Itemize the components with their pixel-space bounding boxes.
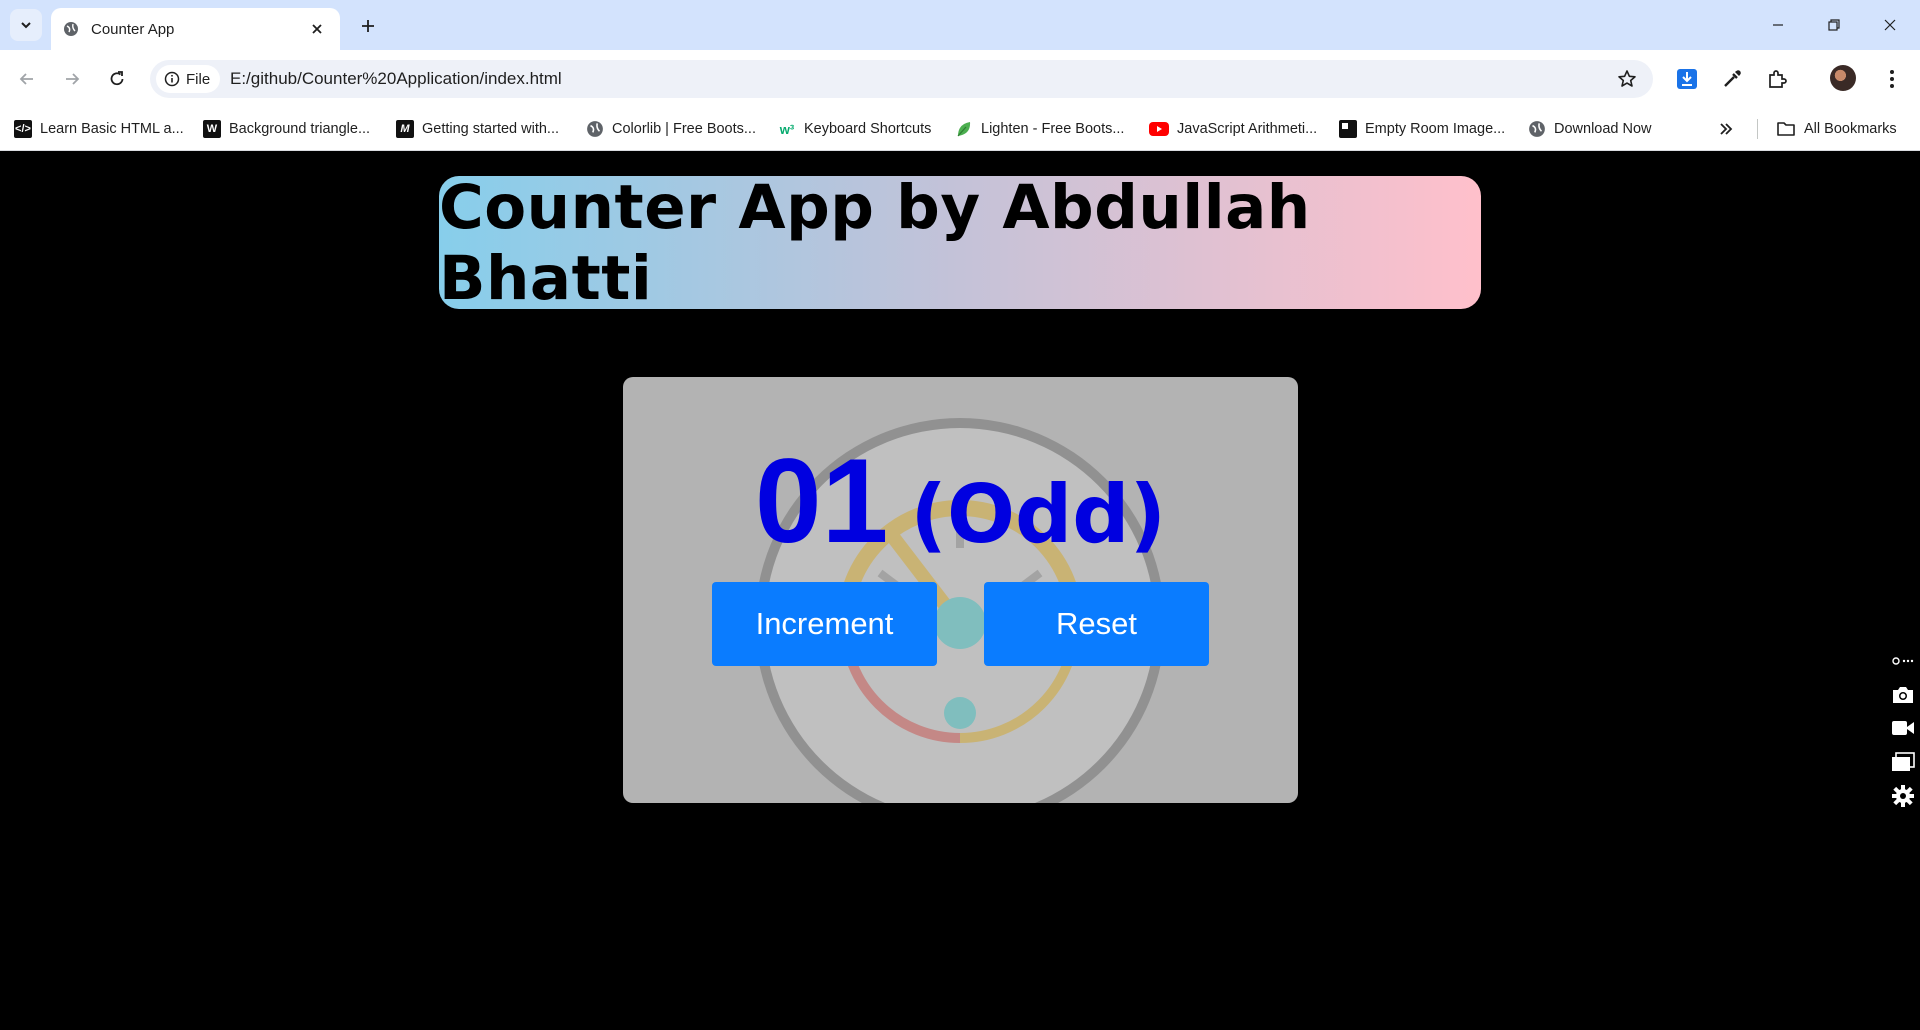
close-icon [312,24,322,34]
parity-label: (Odd) [910,468,1167,561]
bookmark-label: Download Now [1554,121,1652,137]
count-value: 01 [754,434,889,568]
double-chevron-right-icon [1720,123,1733,135]
bookmark-item[interactable]: JavaScript Arithmeti... [1149,118,1317,140]
tab-title: Counter App [91,20,175,38]
bookmark-label: Lighten - Free Boots... [981,121,1125,137]
bookmark-label: Learn Basic HTML a... [40,121,184,137]
bookmark-label: Getting started with... [422,121,560,137]
download-icon [1677,69,1697,89]
bookmark-item[interactable]: w³ Keyboard Shortcuts [778,118,932,140]
bookmark-item[interactable]: Colorlib | Free Boots... [586,118,756,140]
menu-button[interactable] [1875,62,1909,96]
restore-icon [1828,19,1840,31]
count-display: 01 (Odd) [623,432,1298,570]
youtube-icon [1149,122,1169,136]
windows-stack-icon [1892,752,1915,772]
globe-icon [587,121,603,137]
screen-capture-widget [1886,644,1920,809]
eyedropper-icon [1724,70,1741,87]
m-logo-icon: M [396,120,414,138]
leaf-icon [957,122,971,137]
browser-toolbar: File E:/github/Counter%20Application/ind… [0,50,1920,107]
record-video-button[interactable] [1890,716,1916,742]
counter-card: 01 (Odd) Increment Reset [623,377,1298,803]
active-tab[interactable]: Counter App [51,8,340,50]
bookmark-item[interactable]: Lighten - Free Boots... [955,118,1124,140]
puzzle-icon [1769,70,1787,88]
page-viewport: Counter App by Abdullah Bhatti 01 (Odd) … [0,151,1920,1030]
tab-bar: Counter App [0,0,1920,50]
all-bookmarks-button[interactable]: All Bookmarks [1776,118,1897,140]
url-text[interactable]: E:/github/Counter%20Application/index.ht… [230,69,562,89]
star-icon [1618,70,1636,87]
w-logo-icon: W [203,120,221,138]
bookmark-label: Colorlib | Free Boots... [612,121,756,137]
header-banner: Counter App by Abdullah Bhatti [439,172,1481,314]
back-button[interactable] [10,62,44,96]
globe-icon [1529,121,1545,137]
increment-button[interactable]: Increment [712,582,937,666]
tab-search-button[interactable] [10,9,42,41]
link-icon [1892,657,1914,665]
bookmarks-divider [1757,119,1758,139]
bookmark-item[interactable]: M Getting started with... [396,118,559,140]
bookmark-item[interactable]: </> Learn Basic HTML a... [14,118,184,140]
close-tab-button[interactable] [306,18,328,40]
forward-button[interactable] [55,62,89,96]
more-bookmarks-button[interactable] [1718,118,1734,140]
plus-icon [362,20,374,32]
eyedropper-extension-button[interactable] [1715,62,1749,96]
bookmark-item[interactable]: Empty Room Image... [1339,118,1505,140]
bookmark-label: Background triangle... [229,121,371,137]
camera-icon [1893,686,1913,703]
address-bar[interactable]: File E:/github/Counter%20Application/ind… [150,60,1653,98]
bookmark-label: Keyboard Shortcuts [804,121,932,137]
widget-menu-button[interactable] [1890,648,1916,674]
screenshot-button[interactable] [1890,682,1916,708]
more-vert-icon [1890,70,1894,88]
close-icon [1884,19,1896,31]
site-chip-label: File [186,70,211,88]
bookmark-item[interactable]: W Background triangle... [203,118,370,140]
reset-button[interactable]: Reset [984,582,1209,666]
bookmark-star-button[interactable] [1615,67,1639,91]
bookmark-label: Empty Room Image... [1365,121,1506,137]
site-info-chip[interactable]: File [156,65,221,93]
folder-icon [1777,122,1795,136]
minimize-button[interactable] [1750,0,1806,50]
widget-settings-button[interactable] [1890,783,1916,809]
reload-button[interactable] [100,62,134,96]
bookmarks-bar: </> Learn Basic HTML a... W Background t… [0,107,1920,151]
minimize-icon [1773,24,1783,26]
page-title: Counter App by Abdullah Bhatti [439,171,1311,314]
gear-icon [1892,785,1914,808]
arrow-right-icon [66,73,80,85]
profile-avatar[interactable] [1830,65,1856,91]
globe-icon [64,22,78,36]
reload-icon [110,71,124,86]
arrow-left-icon [19,73,33,85]
all-bookmarks-label: All Bookmarks [1804,121,1897,137]
w3-logo-icon: w³ [779,121,795,137]
chevron-down-icon [21,22,31,29]
code-icon: </> [14,120,32,138]
restore-button[interactable] [1806,0,1862,50]
info-icon [164,71,180,87]
window-close-button[interactable] [1862,0,1918,50]
video-camera-icon [1892,721,1914,736]
square-logo-icon [1339,120,1357,138]
bookmark-label: JavaScript Arithmeti... [1177,121,1318,137]
download-extension-button[interactable] [1670,62,1704,96]
window-capture-button[interactable] [1890,749,1916,775]
new-tab-button[interactable] [352,10,384,42]
extensions-button[interactable] [1760,62,1794,96]
bookmark-item[interactable]: Download Now [1528,118,1652,140]
